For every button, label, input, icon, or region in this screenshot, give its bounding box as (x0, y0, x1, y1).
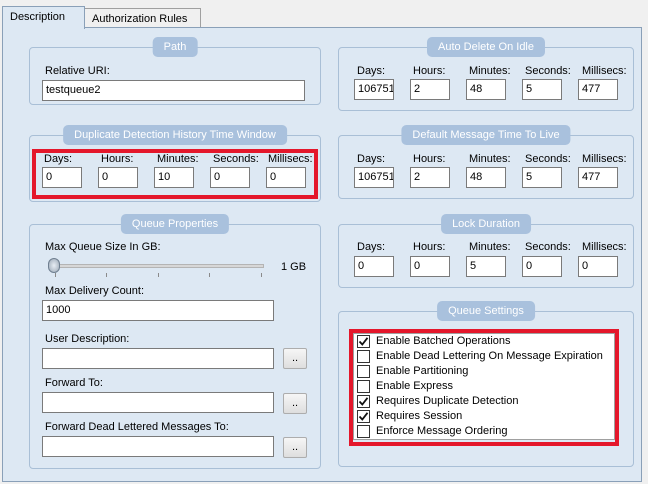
max-queue-size-slider-thumb[interactable] (48, 258, 60, 273)
ttl-hours-label: Hours: (413, 153, 446, 165)
lock-days-label: Days: (357, 241, 386, 253)
user-description-input[interactable] (42, 348, 274, 369)
dup-detection-highlight (32, 149, 318, 199)
auto-delete-millisecs-label: Millisecs: (582, 65, 627, 77)
ttl-hours-input[interactable]: 2 (410, 167, 450, 188)
user-description-label: User Description: (45, 333, 130, 345)
lock-minutes-label: Minutes: (469, 241, 511, 253)
lock-days-input[interactable]: 0 (354, 256, 394, 277)
auto-delete-days-label: Days: (357, 65, 386, 77)
lock-millisecs-input[interactable]: 0 (578, 256, 618, 277)
forward-dead-lettered-label: Forward Dead Lettered Messages To: (45, 421, 229, 433)
tab-authorization-rules[interactable]: Authorization Rules (84, 8, 201, 28)
forward-to-input[interactable] (42, 392, 274, 413)
queue-settings-highlight (349, 329, 619, 446)
slider-tick (209, 273, 210, 277)
relative-uri-label: Relative URI: (45, 65, 110, 77)
auto-delete-days-input[interactable]: 106751 (354, 79, 394, 100)
ttl-seconds-label: Seconds: (525, 153, 571, 165)
queue-settings-group-title: Queue Settings (437, 301, 535, 321)
default-ttl-group-title: Default Message Time To Live (401, 125, 571, 145)
auto-delete-millisecs-input[interactable]: 477 (578, 79, 618, 100)
ttl-minutes-label: Minutes: (469, 153, 511, 165)
tab-bar: Description Authorization Rules (0, 0, 648, 29)
auto-delete-minutes-label: Minutes: (469, 65, 511, 77)
max-queue-size-label: Max Queue Size In GB: (45, 241, 161, 253)
lock-millisecs-label: Millisecs: (582, 241, 627, 253)
ttl-days-label: Days: (357, 153, 386, 165)
forward-dead-lettered-input[interactable] (42, 436, 274, 457)
slider-tick (106, 273, 107, 277)
lock-minutes-input[interactable]: 5 (466, 256, 506, 277)
forward-to-label: Forward To: (45, 377, 103, 389)
dup-detection-group-title: Duplicate Detection History Time Window (63, 125, 287, 145)
auto-delete-group-title: Auto Delete On Idle (426, 37, 546, 57)
max-queue-size-value: 1 GB (281, 261, 307, 273)
slider-tick (261, 273, 262, 277)
auto-delete-minutes-input[interactable]: 48 (466, 79, 506, 100)
max-queue-size-slider-track[interactable] (50, 264, 264, 268)
ttl-millisecs-input[interactable]: 477 (578, 167, 618, 188)
relative-uri-input[interactable]: testqueue2 (42, 80, 305, 101)
ttl-days-input[interactable]: 106751 (354, 167, 394, 188)
ttl-millisecs-label: Millisecs: (582, 153, 627, 165)
tab-description[interactable]: Description (2, 6, 85, 29)
lock-seconds-label: Seconds: (525, 241, 571, 253)
slider-tick (158, 273, 159, 277)
forward-dead-lettered-browse-button[interactable]: .. (283, 437, 307, 458)
lock-hours-input[interactable]: 0 (410, 256, 450, 277)
auto-delete-seconds-label: Seconds: (525, 65, 571, 77)
lock-duration-group-title: Lock Duration (441, 214, 531, 234)
slider-tick (55, 273, 56, 277)
auto-delete-hours-label: Hours: (413, 65, 446, 77)
max-delivery-count-label: Max Delivery Count: (45, 285, 145, 297)
forward-to-browse-button[interactable]: .. (283, 393, 307, 414)
auto-delete-seconds-input[interactable]: 5 (522, 79, 562, 100)
lock-hours-label: Hours: (413, 241, 446, 253)
max-delivery-count-input[interactable]: 1000 (42, 300, 274, 321)
queue-properties-group-title: Queue Properties (120, 214, 230, 234)
ttl-seconds-input[interactable]: 5 (522, 167, 562, 188)
ttl-minutes-input[interactable]: 48 (466, 167, 506, 188)
user-description-browse-button[interactable]: .. (283, 348, 307, 369)
auto-delete-hours-input[interactable]: 2 (410, 79, 450, 100)
lock-seconds-input[interactable]: 0 (522, 256, 562, 277)
path-group-title: Path (152, 37, 198, 57)
